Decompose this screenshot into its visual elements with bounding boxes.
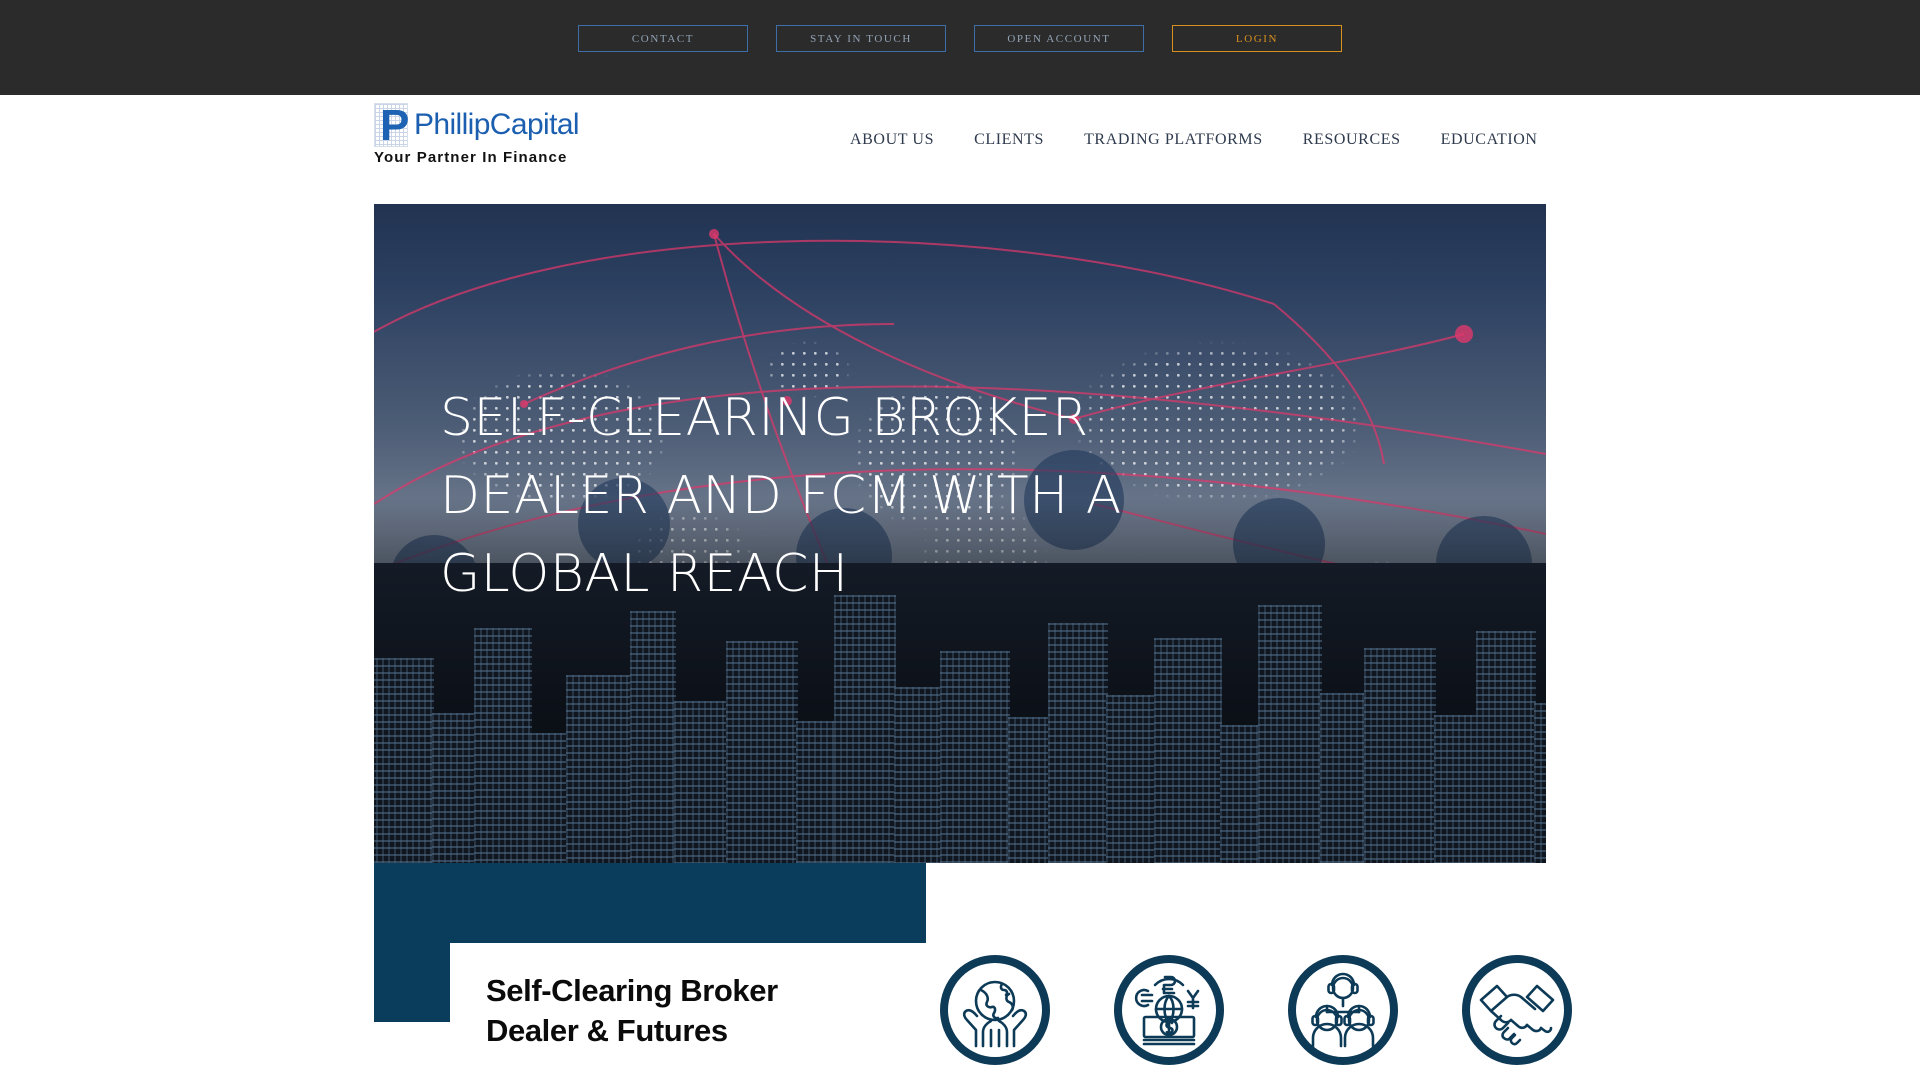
top-utility-bar: CONTACT STAY IN TOUCH OPEN ACCOUNT LOGIN <box>0 0 1920 95</box>
contact-button-label: CONTACT <box>631 32 695 45</box>
globe-in-hands-icon[interactable] <box>940 955 1050 1065</box>
contact-button[interactable]: CONTACT <box>578 25 748 52</box>
nav-item-trading-platforms[interactable]: TRADING PLATFORMS <box>1064 131 1283 149</box>
stay-in-touch-button[interactable]: STAY IN TOUCH <box>776 25 946 52</box>
top-utility-buttons: CONTACT STAY IN TOUCH OPEN ACCOUNT LOGIN <box>578 25 1342 52</box>
support-team-icon[interactable] <box>1288 955 1398 1065</box>
nav-item-education[interactable]: EDUCATION <box>1421 131 1558 149</box>
main-navigation: ABOUT US CLIENTS TRADING PLATFORMS RESOU… <box>830 131 1558 149</box>
phillip-p-mark-icon: P <box>374 101 409 150</box>
promo-card: Self-Clearing Broker Dealer & Futures <box>450 943 1920 1080</box>
open-account-button-label: OPEN ACCOUNT <box>1007 32 1111 45</box>
hero-banner: Self-Clearing Broker Dealer and FCM with… <box>374 204 1546 863</box>
nav-item-resources[interactable]: RESOURCES <box>1283 131 1421 149</box>
handshake-icon[interactable] <box>1462 955 1572 1065</box>
open-account-button[interactable]: OPEN ACCOUNT <box>974 25 1144 52</box>
login-button[interactable]: LOGIN <box>1172 25 1342 52</box>
site-header: P PhillipCapital Your Partner In Finance… <box>0 95 1920 205</box>
hero-headline: Self-Clearing Broker Dealer and FCM with… <box>440 388 1122 604</box>
stay-in-touch-button-label: STAY IN TOUCH <box>810 32 912 45</box>
promo-accent-block <box>374 863 926 943</box>
site-logo[interactable]: P PhillipCapital Your Partner In Finance <box>374 101 580 166</box>
logo-row: P PhillipCapital <box>374 101 580 150</box>
logo-tagline: Your Partner In Finance <box>374 149 568 166</box>
promo-accent-block-leg <box>374 943 450 1022</box>
nav-item-about-us[interactable]: ABOUT US <box>830 131 954 149</box>
logo-letter: P <box>380 101 409 150</box>
currency-money-icon[interactable] <box>1114 955 1224 1065</box>
promo-card-title: Self-Clearing Broker Dealer & Futures <box>486 973 778 1048</box>
nav-item-clients[interactable]: CLIENTS <box>954 131 1064 149</box>
login-button-label: LOGIN <box>1235 32 1279 45</box>
logo-wordmark: PhillipCapital <box>413 108 580 141</box>
promo-icon-row <box>940 955 1572 1065</box>
